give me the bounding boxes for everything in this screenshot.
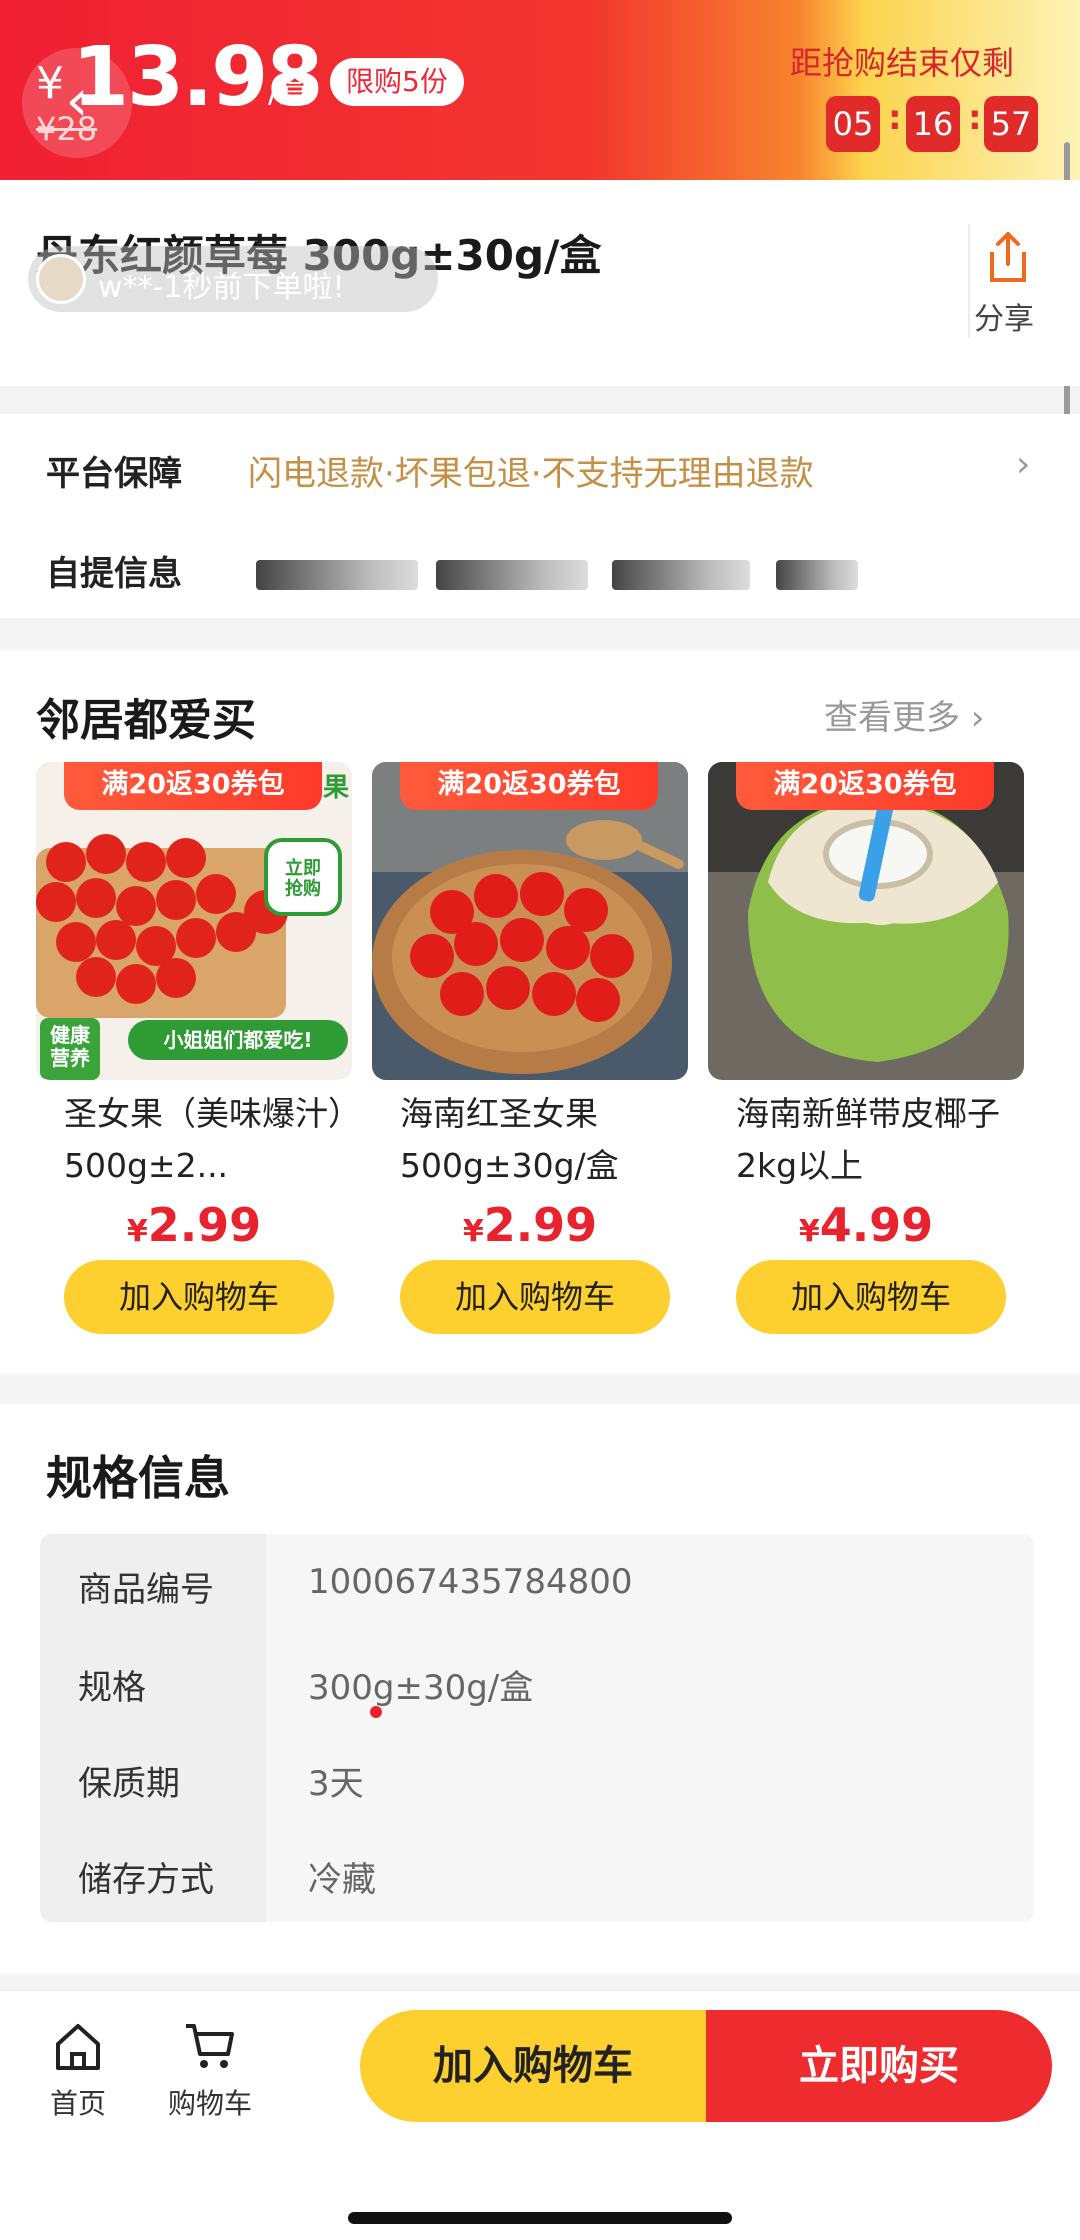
home-icon: [56, 2024, 100, 2070]
product-detail-page: { "header": { "currency": "¥", "price": …: [0, 0, 1080, 2240]
product-price-value: 4.99: [819, 1198, 934, 1252]
product-price-currency: ¥: [798, 1214, 820, 1249]
cart-tab[interactable]: 购物车: [160, 2016, 260, 2136]
home-indicator[interactable]: [348, 2212, 732, 2224]
coupon-badge: 满20返30券包: [400, 762, 658, 810]
add-to-cart-button[interactable]: 加入购物车: [400, 1260, 670, 1334]
spec-key: 保质期: [78, 1764, 180, 1804]
countdown-minutes: 16: [906, 96, 960, 152]
product-card[interactable]: 健康营养 小姐姐们都爱吃! 立即抢购 果 满20返30券包 圣女果（美味爆汁）5…: [36, 762, 354, 1334]
home-label: 首页: [50, 2087, 107, 2120]
chevron-left-icon: ‹: [65, 66, 89, 134]
spec-key: 商品编号: [78, 1570, 214, 1610]
product-name[interactable]: 海南红圣女果 500g±30g/盒: [400, 1088, 690, 1192]
share-label[interactable]: 分享: [974, 294, 1034, 338]
product-1-label-corner: 果: [323, 773, 349, 803]
spec-value: 冷藏: [308, 1860, 376, 1900]
product-price-currency: ¥: [126, 1214, 148, 1249]
red-dot-marker: [370, 1706, 382, 1718]
coupon-badge: 满20返30券包: [64, 762, 322, 810]
cart-icon: [186, 2024, 234, 2068]
product-image[interactable]: 满20返30券包: [372, 762, 688, 1080]
home-tab[interactable]: 首页: [36, 2016, 120, 2136]
pickup-info-redacted: [256, 560, 418, 590]
add-to-cart-button[interactable]: 加入购物车: [64, 1260, 334, 1334]
countdown-label: 距抢购结束仅剩: [790, 44, 1015, 82]
pickup-label: 自提信息: [46, 554, 182, 594]
spec-value: 300g±30g/盒: [308, 1668, 534, 1708]
chevron-right-icon: ›: [970, 698, 985, 738]
see-more-link[interactable]: 查看更多 ›: [824, 690, 984, 739]
product-image[interactable]: 健康营养 小姐姐们都爱吃! 立即抢购 果 满20返30券包: [36, 762, 352, 1080]
spec-title: 规格信息: [46, 1451, 230, 1505]
product-image[interactable]: 满20返30券包: [708, 762, 1024, 1080]
spec-value: 100067435784800: [308, 1562, 633, 1602]
add-to-cart-button[interactable]: 加入购物车: [736, 1260, 1006, 1334]
coupon-badge: 满20返30券包: [736, 762, 994, 810]
divider: [968, 224, 970, 338]
product-price: ¥4.99: [708, 1198, 1024, 1252]
price-unit: /盒: [268, 72, 311, 110]
countdown-separator: :: [888, 98, 902, 138]
product-card[interactable]: 满20返30券包 海南红圣女果 500g±30g/盒 ¥2.99 加入购物车: [372, 762, 690, 1334]
product-price: ¥2.99: [372, 1198, 688, 1252]
see-more-label: 查看更多: [824, 698, 960, 738]
share-icon[interactable]: [984, 228, 1032, 284]
add-to-cart-button[interactable]: 加入购物车: [360, 2010, 706, 2122]
spec-value: 3天: [308, 1764, 364, 1804]
product-name[interactable]: 圣女果（美味爆汁）500g±2...: [64, 1088, 354, 1192]
product-1-label-slogan: 小姐姐们都爱吃!: [163, 1028, 312, 1052]
countdown-separator: :: [968, 98, 982, 138]
pickup-info-redacted: [436, 560, 588, 590]
buy-now-button[interactable]: 立即购买: [706, 2010, 1052, 2122]
guarantee-label: 平台保障: [46, 454, 182, 494]
pickup-info-redacted: [776, 560, 858, 590]
back-button[interactable]: ‹: [22, 48, 132, 158]
guarantee-text[interactable]: 闪电退款·坏果包退·不支持无理由退款: [248, 446, 814, 495]
purchase-limit-badge: 限购5份: [330, 58, 464, 106]
pickup-info-redacted: [612, 560, 750, 590]
avatar: [36, 254, 86, 304]
cart-label: 购物车: [168, 2087, 253, 2120]
product-price-currency: ¥: [462, 1214, 484, 1249]
product-price-value: 2.99: [483, 1198, 598, 1252]
spec-key: 储存方式: [78, 1860, 214, 1900]
chevron-right-icon[interactable]: ›: [1016, 444, 1030, 485]
order-ticker-text: w**-1秒前下单啦!: [98, 270, 345, 305]
spec-key: 规格: [78, 1668, 146, 1708]
countdown-hours: 05: [826, 96, 880, 152]
product-name[interactable]: 海南新鲜带皮椰子 2kg以上: [736, 1088, 1026, 1192]
recommend-title: 邻居都爱买: [36, 695, 256, 746]
product-price-value: 2.99: [147, 1198, 262, 1252]
countdown-seconds: 57: [984, 96, 1038, 152]
product-card[interactable]: 满20返30券包 海南新鲜带皮椰子 2kg以上 ¥4.99 加入购物车: [708, 762, 1026, 1334]
product-1-label-health: 健康营养: [50, 1023, 91, 1070]
product-price: ¥2.99: [36, 1198, 352, 1252]
product-1-label-grab: 立即抢购: [285, 857, 321, 900]
